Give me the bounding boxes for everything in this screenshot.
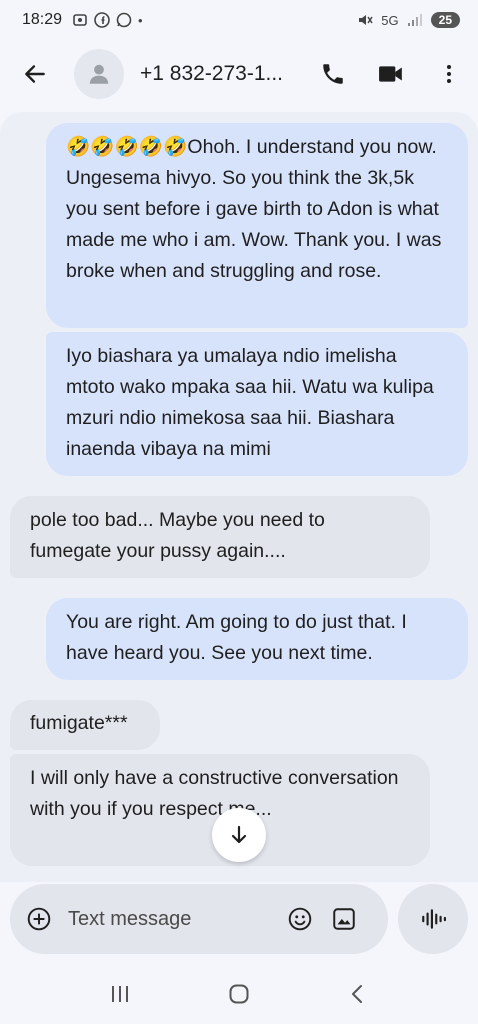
system-back-button[interactable] <box>328 969 388 1019</box>
avatar[interactable] <box>74 49 124 99</box>
screenshot-icon <box>73 14 87 26</box>
message-bubble-outgoing[interactable]: Iyo biashara ya umalaya ndio imelisha mt… <box>46 332 468 476</box>
emoji-button[interactable] <box>278 884 322 954</box>
recent-apps-button[interactable] <box>90 969 150 1019</box>
voice-message-button[interactable] <box>398 884 468 954</box>
header-actions <box>304 45 478 103</box>
status-notification-icons: • <box>72 12 143 28</box>
attach-button[interactable] <box>10 884 68 954</box>
arrow-down-icon <box>231 825 247 844</box>
back-button[interactable] <box>0 40 70 108</box>
dot-icon: • <box>138 12 143 28</box>
voice-waveform-icon <box>422 909 446 929</box>
status-time: 18:29 <box>22 11 63 28</box>
whatsapp-icon <box>116 12 132 28</box>
message-bubble-incoming[interactable]: fumigate*** <box>10 700 160 750</box>
compose-bar <box>10 884 388 954</box>
chevron-left-icon <box>352 985 363 1003</box>
message-bubble-incoming[interactable]: pole too bad... Maybe you need to fumega… <box>10 496 430 578</box>
message-bubble-outgoing[interactable]: 🤣🤣🤣🤣🤣Ohoh. I understand you now. Ungesem… <box>46 123 468 328</box>
status-bar: 18:29 • 5G 25 <box>0 0 478 40</box>
message-list[interactable]: 🤣🤣🤣🤣🤣Ohoh. I understand you now. Ungesem… <box>0 112 478 882</box>
person-icon <box>89 64 109 84</box>
video-call-button[interactable] <box>362 45 420 103</box>
plus-circle-icon <box>27 907 51 931</box>
more-vertical-icon <box>447 65 451 83</box>
home-button[interactable] <box>209 969 269 1019</box>
network-type: 5G <box>381 12 399 28</box>
emoji-icon <box>288 907 312 931</box>
image-icon <box>333 908 355 930</box>
facebook-icon <box>94 12 110 28</box>
video-camera-icon <box>379 66 402 82</box>
recents-icon <box>111 986 128 1002</box>
call-button[interactable] <box>304 45 362 103</box>
mute-icon <box>359 15 373 25</box>
signal-icon <box>407 14 422 26</box>
battery-indicator: 25 <box>430 12 460 28</box>
contact-name[interactable]: +1 832-273-1... <box>140 62 290 86</box>
message-input[interactable] <box>68 899 278 939</box>
status-system-icons: 5G 25 <box>357 12 460 28</box>
conversation-header: +1 832-273-1... <box>0 40 478 108</box>
arrow-left-icon <box>25 65 45 83</box>
message-bubble-outgoing[interactable]: You are right. Am going to do just that.… <box>46 598 468 680</box>
home-icon <box>229 984 249 1004</box>
more-options-button[interactable] <box>420 45 478 103</box>
system-navigation-bar <box>0 964 478 1024</box>
scroll-to-bottom-button[interactable] <box>212 808 266 862</box>
phone-icon <box>323 64 343 84</box>
gallery-button[interactable] <box>322 884 366 954</box>
